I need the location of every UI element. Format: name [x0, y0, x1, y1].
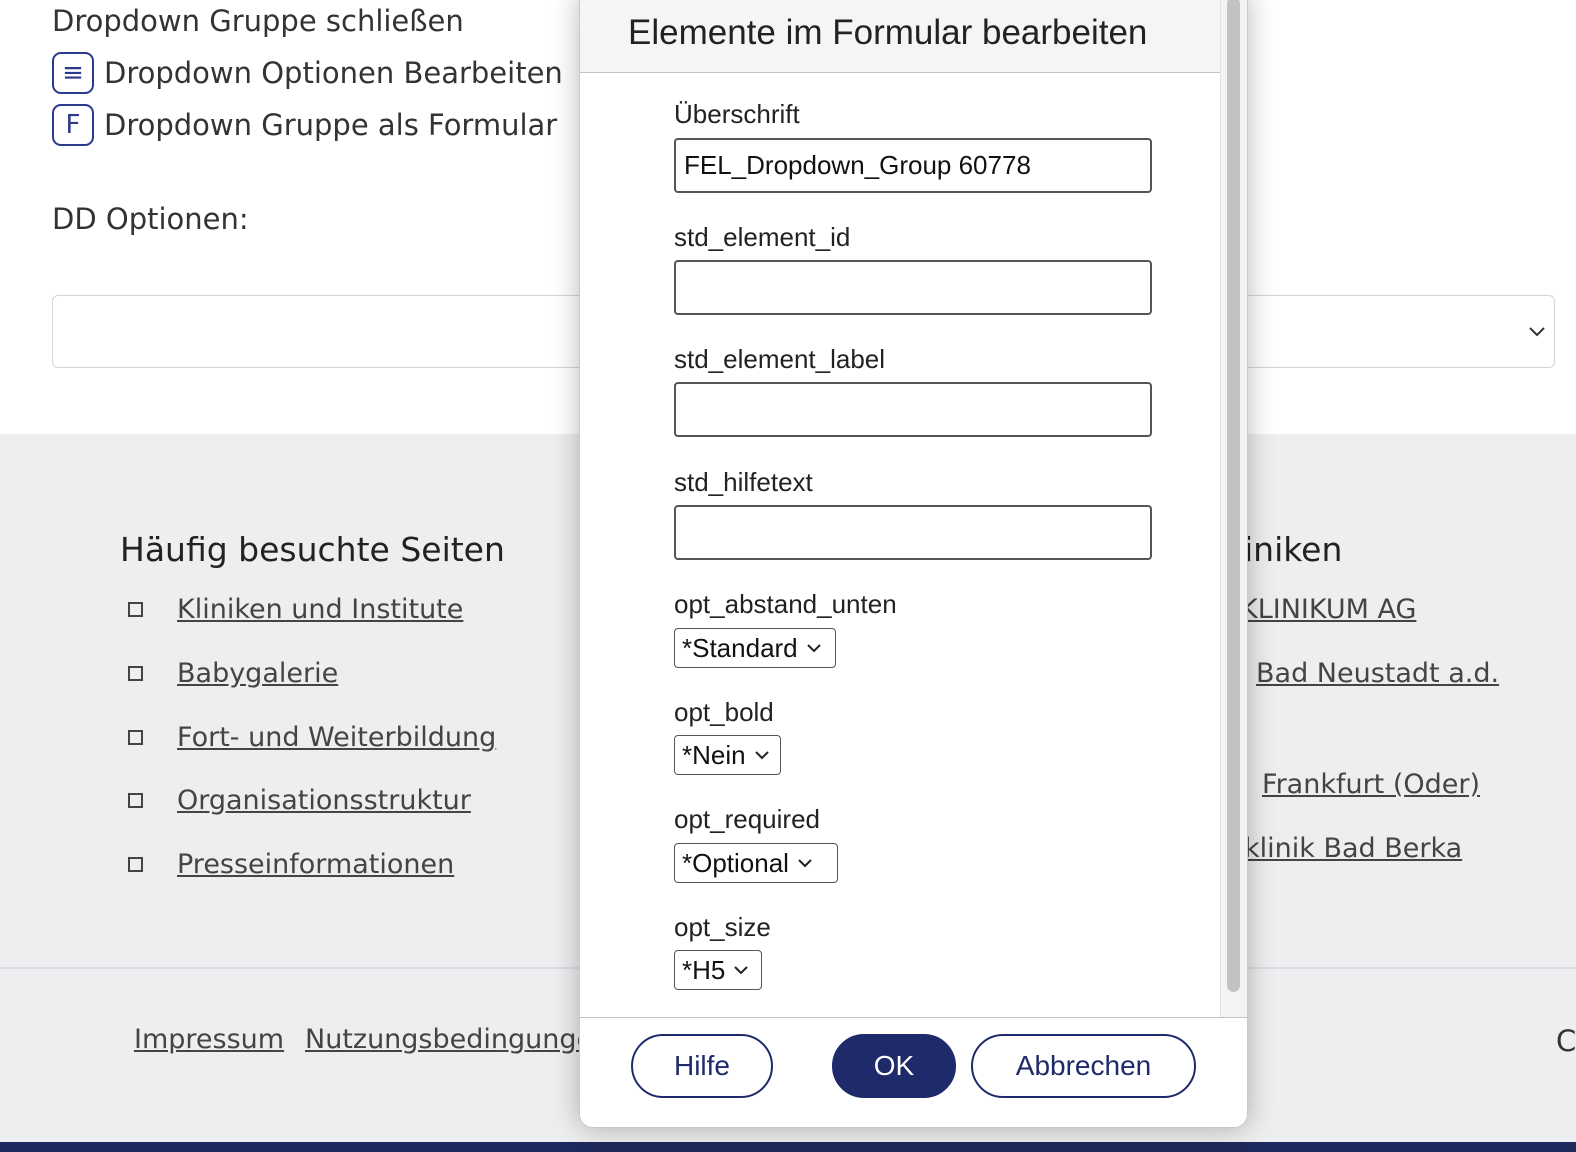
- group-as-form-label: Dropdown Gruppe als Formular: [104, 108, 558, 142]
- chevron-down-icon: [754, 751, 769, 760]
- footer-link[interactable]: Fort- und Weiterbildung: [177, 722, 496, 753]
- edit-options-link[interactable]: ≡ Dropdown Optionen Bearbeiten: [52, 52, 563, 94]
- spacing-label: opt_abstand_unten: [674, 589, 897, 619]
- square-bullet-icon: [128, 666, 143, 681]
- close-group-link[interactable]: Dropdown Gruppe schließen: [52, 4, 464, 38]
- required-select[interactable]: *Optional: [674, 843, 838, 883]
- clinic-link[interactable]: Bad Neustadt a.d.: [1256, 658, 1499, 689]
- bold-select[interactable]: *Nein: [674, 735, 781, 775]
- dialog-scrollbar-thumb[interactable]: [1227, 0, 1240, 992]
- chevron-down-icon: [1529, 327, 1545, 337]
- helptext-input[interactable]: [674, 505, 1152, 560]
- group-as-form-link[interactable]: F Dropdown Gruppe als Formular: [52, 104, 557, 146]
- list-item[interactable]: Presseinformationen: [128, 849, 454, 880]
- spacing-selected-value: *Standard: [682, 632, 798, 663]
- help-button[interactable]: Hilfe: [631, 1034, 773, 1098]
- dialog-footer: Hilfe OK Abbrechen: [580, 1017, 1247, 1127]
- helptext-label: std_hilfetext: [674, 467, 813, 497]
- dialog-title: Elemente im Formular bearbeiten: [628, 13, 1148, 52]
- clinic-link[interactable]: KLINIKUM AG: [1240, 594, 1416, 625]
- list-item[interactable]: Organisationsstruktur: [128, 785, 471, 816]
- ok-button[interactable]: OK: [832, 1034, 956, 1098]
- element-id-input[interactable]: [674, 260, 1152, 315]
- cancel-button[interactable]: Abbrechen: [971, 1034, 1196, 1098]
- size-label: opt_size: [674, 912, 771, 942]
- terms-link[interactable]: Nutzungsbedingungen: [305, 1024, 610, 1055]
- size-select[interactable]: *H5: [674, 950, 762, 990]
- heading-label: Überschrift: [674, 99, 800, 129]
- element-id-label: std_element_id: [674, 222, 851, 252]
- list-item[interactable]: Kliniken und Institute: [128, 594, 463, 625]
- required-selected-value: *Optional: [682, 847, 789, 878]
- clinics-title: iniken: [1244, 530, 1343, 569]
- list-icon: ≡: [52, 52, 94, 94]
- clinic-link[interactable]: Frankfurt (Oder): [1262, 769, 1480, 800]
- bold-label: opt_bold: [674, 697, 774, 727]
- imprint-link[interactable]: Impressum: [134, 1024, 284, 1055]
- chevron-down-icon: [798, 859, 812, 868]
- square-bullet-icon: [128, 857, 143, 872]
- footer-link[interactable]: Presseinformationen: [177, 849, 454, 880]
- footer-link[interactable]: Babygalerie: [177, 658, 338, 689]
- edit-options-label: Dropdown Optionen Bearbeiten: [104, 56, 563, 90]
- element-label-input[interactable]: [674, 382, 1152, 437]
- element-label-label: std_element_label: [674, 344, 886, 374]
- cut-off-text: C: [1556, 1024, 1576, 1058]
- square-bullet-icon: [128, 793, 143, 808]
- chevron-down-icon: [806, 644, 821, 653]
- dialog-header: Elemente im Formular bearbeiten: [580, 0, 1220, 73]
- close-group-label: Dropdown Gruppe schließen: [52, 4, 464, 38]
- edit-elements-dialog: Elemente im Formular bearbeiten Überschr…: [579, 0, 1248, 1128]
- footer-bottom-bar: [0, 1142, 1576, 1152]
- list-item[interactable]: Fort- und Weiterbildung: [128, 722, 496, 753]
- chevron-down-icon: [734, 966, 749, 975]
- frequent-pages-title: Häufig besuchte Seiten: [120, 530, 505, 569]
- bold-selected-value: *Nein: [682, 739, 746, 770]
- dd-options-label: DD Optionen:: [52, 202, 249, 236]
- clinic-link[interactable]: klinik Bad Berka: [1244, 833, 1462, 864]
- footer-link[interactable]: Organisationsstruktur: [177, 785, 471, 816]
- square-bullet-icon: [128, 730, 143, 745]
- size-selected-value: *H5: [682, 954, 726, 985]
- square-bullet-icon: [128, 602, 143, 617]
- footer-link[interactable]: Kliniken und Institute: [177, 594, 463, 625]
- form-icon: F: [52, 104, 94, 146]
- spacing-select[interactable]: *Standard: [674, 628, 836, 668]
- heading-input[interactable]: [674, 138, 1152, 193]
- required-label: opt_required: [674, 804, 820, 834]
- list-item[interactable]: Babygalerie: [128, 658, 338, 689]
